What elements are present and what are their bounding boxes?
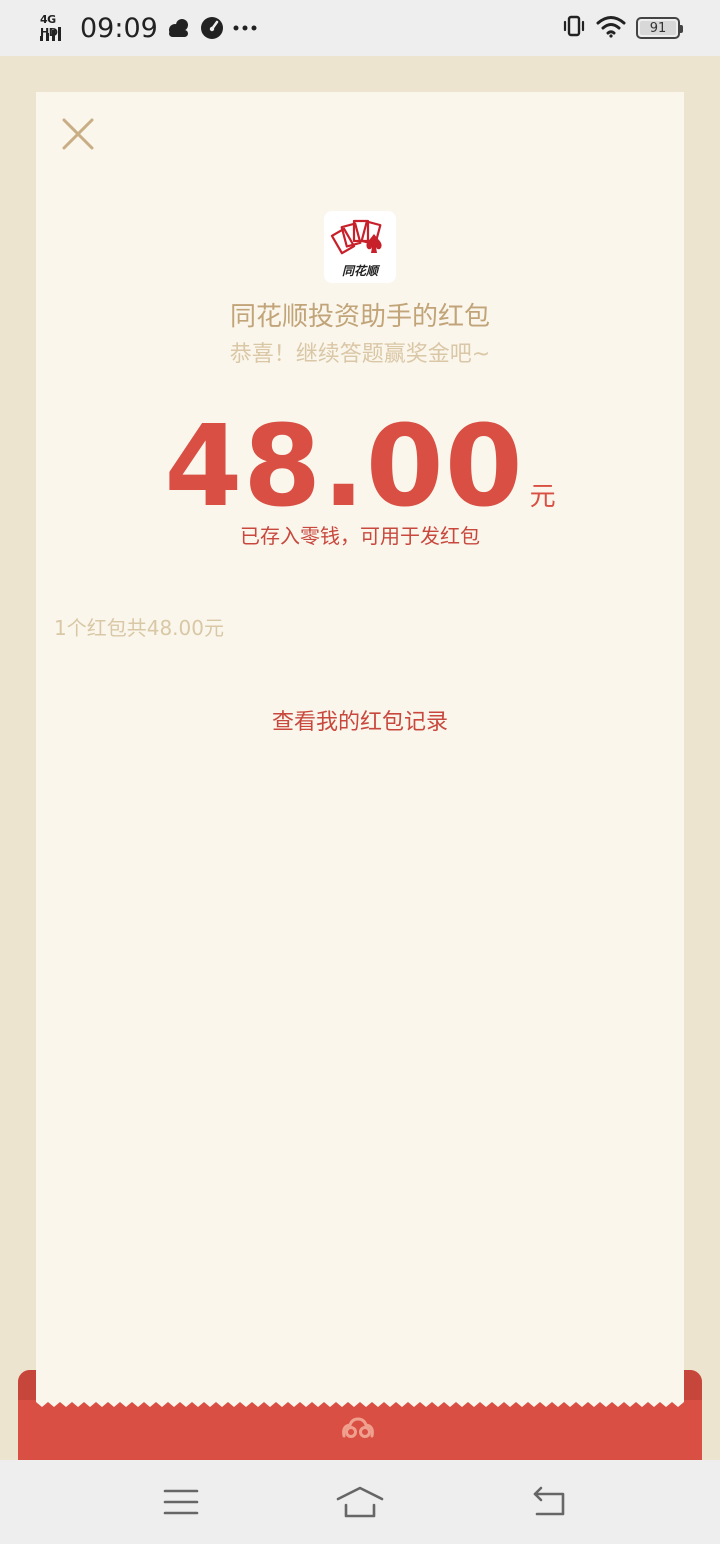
greeting-message: 恭喜！继续答题赢奖金吧~ — [229, 342, 491, 367]
menu-icon — [163, 1489, 199, 1515]
close-icon — [62, 118, 94, 150]
close-button[interactable] — [60, 116, 96, 152]
packet-summary: 1个红包共48.00元 — [54, 616, 224, 640]
menu-button[interactable] — [156, 1482, 206, 1522]
amount-unit: 元 — [529, 482, 556, 512]
status-left: 4G HD 09:09 — [40, 10, 258, 46]
amount-row: 48.00 元 — [36, 402, 684, 532]
cloud-weather-icon — [166, 17, 192, 39]
logo-text: 同花顺 — [341, 264, 378, 278]
speed-gauge-icon — [200, 16, 224, 40]
battery-icon: 91 — [636, 17, 683, 39]
view-records-link[interactable]: 查看我的红包记录 — [36, 704, 684, 736]
more-dots-icon — [232, 24, 258, 32]
battery-level: 91 — [649, 20, 667, 36]
stored-note: 已存入零钱，可用于发红包 — [240, 524, 480, 548]
status-bar: 4G HD 09:09 — [0, 0, 720, 56]
wifi-icon — [596, 14, 626, 42]
sender-logo: 同花顺 — [324, 211, 396, 283]
amount-value: 48.00 — [164, 402, 524, 532]
red-packet-detail-card: 同花顺 同花顺投资助手的红包 恭喜！继续答题赢奖金吧~ 48.00 元 已存入零钱… — [36, 92, 684, 1402]
home-button[interactable] — [335, 1482, 385, 1522]
card-zigzag-edge — [36, 1398, 684, 1407]
sender-name: 同花顺投资助手的红包 — [229, 302, 490, 332]
back-button[interactable] — [524, 1482, 574, 1522]
back-icon — [533, 1486, 565, 1516]
cloud-ornament-icon — [340, 1416, 376, 1444]
navigation-bar — [0, 1460, 720, 1544]
status-right: 91 — [562, 12, 683, 44]
playing-cards-icon — [330, 219, 382, 255]
clock: 09:09 — [80, 12, 158, 44]
vibrate-icon — [562, 14, 586, 42]
home-icon — [336, 1486, 384, 1518]
signal-icon: 4G HD — [40, 13, 72, 43]
